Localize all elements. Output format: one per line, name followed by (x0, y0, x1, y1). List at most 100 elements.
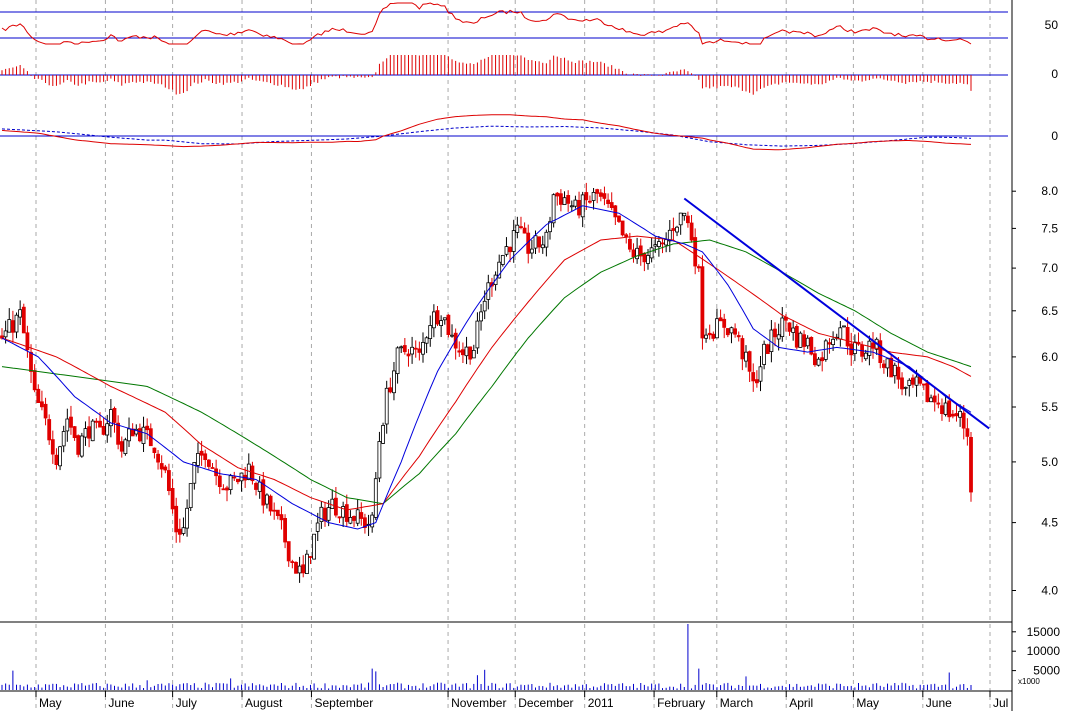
candle-body (794, 325, 799, 348)
candle-body (40, 401, 44, 408)
candle-body (762, 343, 766, 365)
candle-body (707, 332, 712, 336)
candle-body (87, 426, 91, 439)
candle-body (297, 565, 302, 574)
candle-body (609, 202, 614, 208)
candle-body (943, 402, 948, 415)
candle-body (471, 349, 476, 359)
candle-body (751, 372, 756, 382)
candle-body (417, 348, 422, 353)
candle-body (254, 482, 258, 490)
candle-body (468, 346, 473, 360)
candle-body (348, 517, 353, 524)
candle-body (660, 242, 665, 245)
candle-body (294, 562, 298, 574)
candle-body (678, 212, 683, 226)
candle-body (257, 481, 262, 492)
candle-body (896, 366, 901, 380)
price-tick-label: 6.0 (1041, 350, 1058, 364)
candle-body (3, 330, 8, 338)
candle-body (464, 346, 469, 357)
candle-body (842, 325, 846, 328)
candle-body (533, 235, 538, 249)
candle-body (123, 439, 128, 454)
candle-body (827, 342, 832, 345)
candle-body (562, 197, 567, 205)
candle-body (823, 340, 828, 360)
candle-body (649, 247, 654, 259)
candle-body (675, 226, 679, 233)
candle-body (308, 556, 313, 558)
candle-body (838, 327, 843, 340)
month-gridlines (35, 0, 991, 711)
candle-body (29, 351, 33, 372)
candle-body (185, 507, 190, 529)
candle-body (14, 314, 19, 333)
x-tick-label: March (720, 696, 753, 710)
axis-labels: 50004.04.55.05.56.06.57.07.58.0150001000… (35, 18, 1061, 710)
trendline (683, 197, 990, 430)
candle-body (337, 516, 342, 519)
candle-body (21, 306, 26, 334)
candle-body (460, 349, 465, 356)
candle-body (511, 230, 516, 252)
candle-body (32, 370, 37, 391)
candle-body (936, 402, 941, 405)
candle-body (588, 200, 592, 203)
candle-body (395, 347, 400, 374)
candle-body (911, 377, 915, 385)
candle-body (921, 383, 926, 386)
candle-body (914, 376, 919, 386)
candle-body (156, 453, 161, 463)
candle-body (450, 334, 454, 337)
candle-body (98, 420, 102, 428)
indicator-axis-label: 50 (1045, 18, 1059, 32)
candle-body (330, 498, 335, 509)
candle-body (152, 447, 157, 454)
candle-body (105, 423, 110, 436)
candle-body (76, 435, 81, 455)
price-tick-label: 4.0 (1041, 584, 1058, 598)
candle-body (228, 475, 233, 491)
volume-tick-label: 15000 (1027, 625, 1061, 639)
candle-body (925, 382, 930, 403)
candle-body (555, 192, 560, 197)
price-panel (0, 182, 990, 583)
candle-body (686, 215, 690, 224)
candle-body (79, 435, 84, 457)
candle-body (94, 420, 99, 423)
candle-body (47, 419, 52, 441)
x-tick-label: May (856, 696, 879, 710)
candle-body (606, 199, 610, 205)
candle-body (853, 341, 857, 355)
candle-body (530, 248, 534, 254)
candle-body (69, 416, 73, 428)
candle-body (283, 518, 288, 543)
candle-body (58, 446, 62, 467)
candle-body (711, 333, 716, 339)
candle-body (119, 441, 124, 452)
candle-body (965, 428, 970, 437)
indicator-axis-label: 0 (1051, 67, 1058, 81)
candle-body (805, 337, 810, 347)
x-tick-label: April (789, 696, 813, 710)
candle-body (50, 439, 55, 455)
candle-body (286, 541, 291, 562)
ma-slow-line (1, 239, 972, 505)
candle-body (831, 338, 835, 345)
candle-body (203, 453, 208, 460)
candle-body (145, 425, 150, 431)
candle-body (137, 428, 142, 442)
candle-body (377, 441, 382, 479)
candle-body (373, 478, 378, 518)
candle-body (410, 346, 415, 355)
candle-body (617, 215, 621, 222)
candle-body (671, 228, 676, 231)
candle-body (747, 351, 752, 372)
candle-body (740, 338, 745, 360)
candle-body (544, 231, 549, 248)
price-tick-label: 4.5 (1041, 516, 1058, 530)
candle-body (312, 533, 317, 560)
candle-body (181, 527, 186, 534)
candle-body (232, 476, 237, 479)
